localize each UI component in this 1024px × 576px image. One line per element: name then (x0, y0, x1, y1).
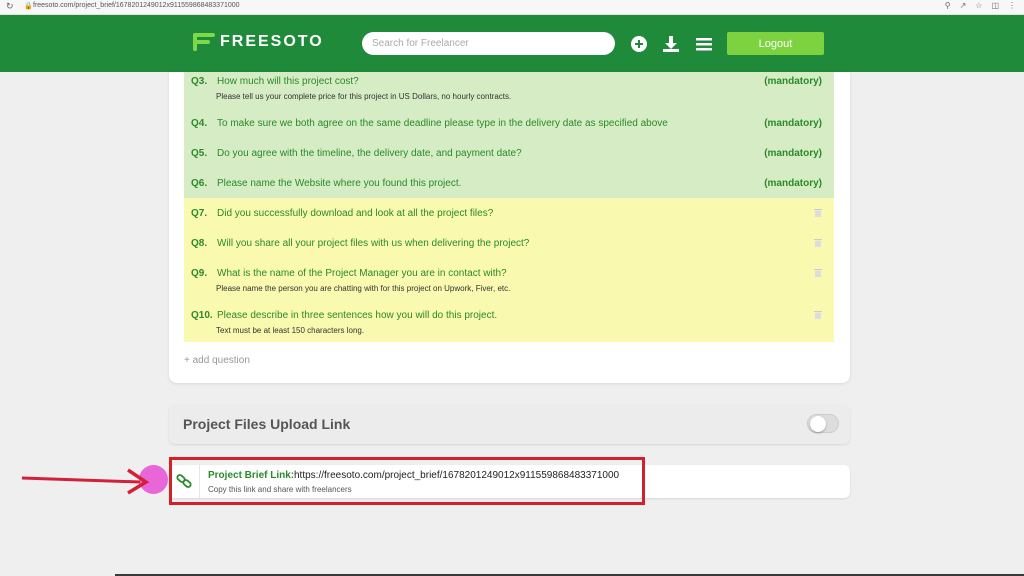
trash-icon[interactable] (814, 238, 822, 247)
cursor-indicator (139, 465, 168, 494)
search-input[interactable] (362, 32, 615, 55)
question-number: Q9. (191, 268, 208, 279)
question-number: Q6. (191, 178, 208, 189)
mandatory-label: (mandatory) (764, 76, 822, 87)
logo[interactable]: FREESOTO (193, 33, 324, 51)
question-number: Q3. (191, 76, 208, 87)
browser-actions: ⚲ ↗ ☆ ◫ ⋮ (945, 1, 1016, 10)
question-text: Did you successfully download and look a… (217, 208, 494, 219)
more-icon[interactable]: ⋮ (1008, 1, 1016, 10)
trash-icon[interactable] (814, 310, 822, 319)
question-number: Q7. (191, 208, 208, 219)
logo-text: FREESOTO (220, 33, 324, 50)
highlight-box (169, 457, 645, 505)
question-row[interactable]: Q9. What is the name of the Project Mana… (184, 258, 834, 300)
question-subtext: Please tell us your complete price for t… (216, 92, 512, 101)
site-header: FREESOTO Logout (0, 15, 1024, 72)
question-text: What is the name of the Project Manager … (217, 268, 507, 279)
add-question-link[interactable]: + add question (184, 355, 250, 366)
menu-icon[interactable] (695, 35, 713, 53)
question-row[interactable]: Q3. How much will this project cost? Ple… (184, 72, 834, 108)
share-icon[interactable]: ↗ (960, 1, 967, 10)
question-row[interactable]: Q8. Will you share all your project file… (184, 228, 834, 258)
plus-circle-icon[interactable] (630, 35, 648, 53)
question-number: Q8. (191, 238, 208, 249)
trash-icon[interactable] (814, 268, 822, 277)
download-icon[interactable] (662, 35, 680, 53)
toggle-knob (810, 416, 826, 432)
star-icon[interactable]: ☆ (975, 1, 982, 10)
question-number: Q4. (191, 118, 208, 129)
question-subtext: Text must be at least 150 characters lon… (216, 326, 365, 335)
upload-link-card: Project Files Upload Link (169, 405, 850, 444)
questions-card: Q3. How much will this project cost? Ple… (169, 72, 850, 383)
mandatory-label: (mandatory) (764, 118, 822, 129)
question-text: Do you agree with the timeline, the deli… (217, 148, 522, 159)
logo-icon (193, 33, 215, 51)
question-row[interactable]: Q5. Do you agree with the timeline, the … (184, 138, 834, 168)
reload-icon[interactable]: ↻ (6, 1, 14, 12)
mandatory-label: (mandatory) (764, 148, 822, 159)
question-text: Will you share all your project files wi… (217, 238, 530, 249)
question-number: Q10. (191, 310, 213, 321)
question-text: How much will this project cost? (217, 76, 359, 87)
question-subtext: Please name the person you are chatting … (216, 284, 511, 293)
question-row[interactable]: Q7. Did you successfully download and lo… (184, 198, 834, 228)
zoom-icon[interactable]: ⚲ (945, 1, 951, 10)
sidebar-icon[interactable]: ◫ (991, 1, 999, 10)
upload-link-title: Project Files Upload Link (183, 416, 351, 432)
question-number: Q5. (191, 148, 208, 159)
mandatory-label: (mandatory) (764, 178, 822, 189)
logout-button[interactable]: Logout (727, 32, 824, 55)
question-text: Please name the Website where you found … (217, 178, 462, 189)
lock-icon: 🔒 (24, 3, 33, 10)
address-bar[interactable]: freesoto.com/project_brief/1678201249012… (33, 2, 240, 9)
question-row[interactable]: Q4. To make sure we both agree on the sa… (184, 108, 834, 138)
upload-link-toggle[interactable] (807, 414, 839, 433)
question-text: To make sure we both agree on the same d… (217, 118, 668, 129)
question-row[interactable]: Q6. Please name the Website where you fo… (184, 168, 834, 198)
question-row[interactable]: Q10. Please describe in three sentences … (184, 300, 834, 342)
trash-icon[interactable] (814, 208, 822, 217)
browser-toolbar: ↻ 🔒 freesoto.com/project_brief/167820124… (0, 0, 1024, 15)
question-text: Please describe in three sentences how y… (217, 310, 498, 321)
